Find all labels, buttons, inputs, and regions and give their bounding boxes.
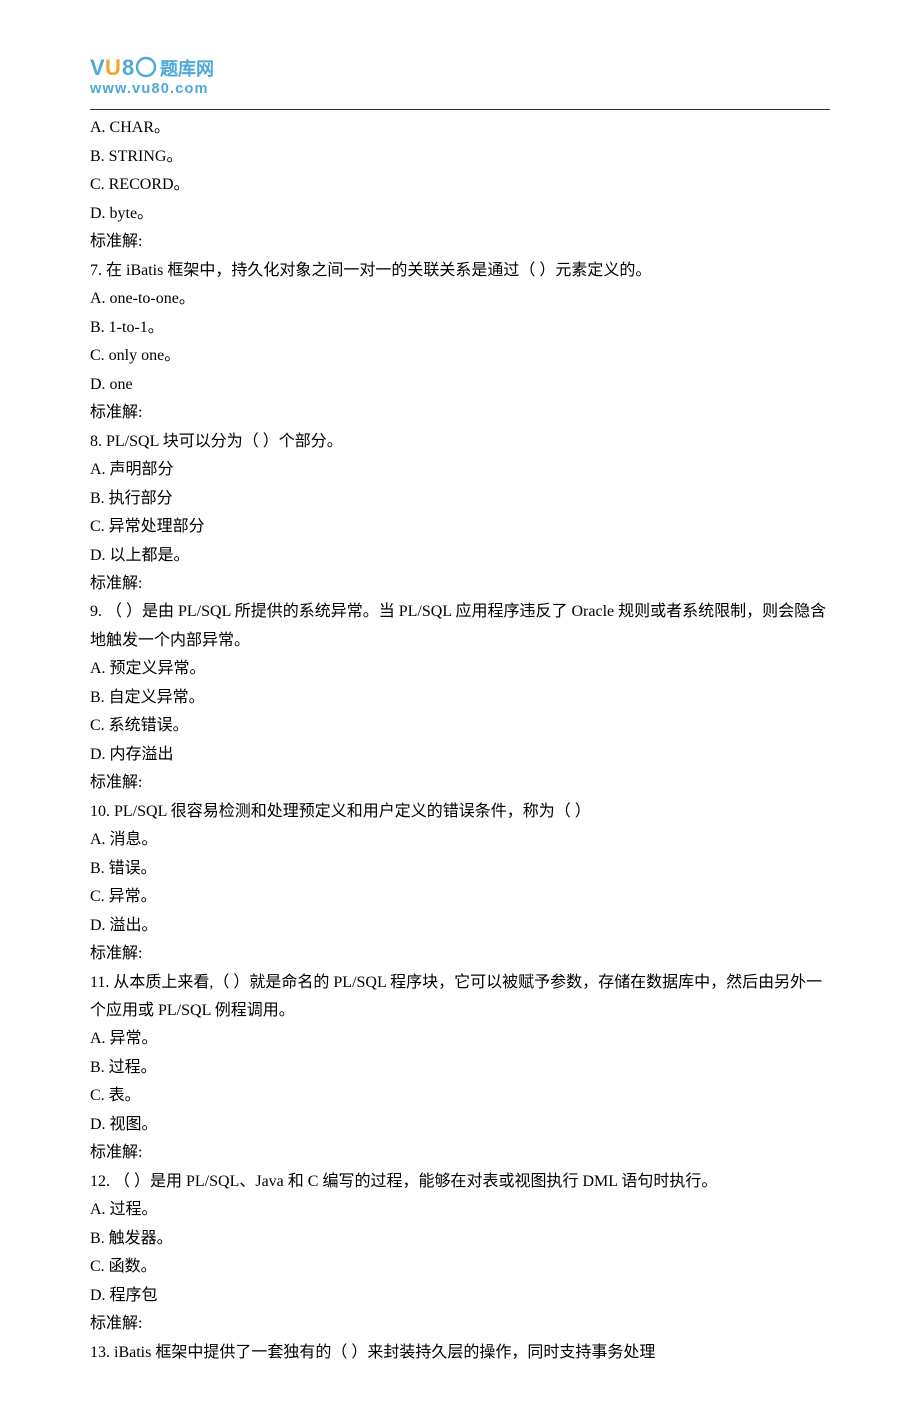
option-line: D. 程序包 — [90, 1282, 830, 1310]
option-line: D. one — [90, 371, 830, 399]
option-line: B. 自定义异常。 — [90, 684, 830, 712]
header-divider — [90, 109, 830, 110]
logo-svg: V U 8 题库网 www.vu80.com — [90, 55, 300, 97]
svg-text:www.vu80.com: www.vu80.com — [90, 81, 209, 97]
question-text: 12. （ ）是用 PL/SQL、Java 和 C 编写的过程，能够在对表或视图… — [90, 1168, 830, 1196]
option-line: A. CHAR。 — [90, 114, 830, 142]
question-text: 10. PL/SQL 很容易检测和处理预定义和用户定义的错误条件，称为（ ） — [90, 798, 830, 826]
option-line: C. 异常。 — [90, 883, 830, 911]
option-line: B. STRING。 — [90, 143, 830, 171]
option-line: C. 异常处理部分 — [90, 513, 830, 541]
option-line: D. 视图。 — [90, 1111, 830, 1139]
option-line: C. 表。 — [90, 1082, 830, 1110]
option-line: A. 声明部分 — [90, 456, 830, 484]
svg-text:V: V — [90, 55, 105, 80]
option-line: A. 过程。 — [90, 1196, 830, 1224]
option-line: A. 预定义异常。 — [90, 655, 830, 683]
answer-label: 标准解: — [90, 1310, 830, 1338]
svg-text:题库网: 题库网 — [160, 58, 214, 79]
option-line: C. RECORD。 — [90, 171, 830, 199]
question-text: 9. （ ）是由 PL/SQL 所提供的系统异常。当 PL/SQL 应用程序违反… — [90, 598, 830, 655]
answer-label: 标准解: — [90, 769, 830, 797]
option-line: C. 函数。 — [90, 1253, 830, 1281]
option-line: B. 1-to-1。 — [90, 314, 830, 342]
question-text: 11. 从本质上来看,（ ）就是命名的 PL/SQL 程序块，它可以被赋予参数，… — [90, 969, 830, 1026]
option-line: C. only one。 — [90, 342, 830, 370]
option-line: B. 执行部分 — [90, 485, 830, 513]
answer-label: 标准解: — [90, 570, 830, 598]
answer-label: 标准解: — [90, 228, 830, 256]
svg-text:U: U — [105, 55, 121, 80]
site-logo: V U 8 题库网 www.vu80.com — [90, 55, 830, 107]
option-line: B. 错误。 — [90, 855, 830, 883]
option-line: A. 消息。 — [90, 826, 830, 854]
question-text: 13. iBatis 框架中提供了一套独有的（ ）来封装持久层的操作，同时支持事… — [90, 1339, 830, 1367]
option-line: C. 系统错误。 — [90, 712, 830, 740]
question-text: 8. PL/SQL 块可以分为（ ）个部分。 — [90, 428, 830, 456]
option-line: D. 以上都是。 — [90, 542, 830, 570]
answer-label: 标准解: — [90, 1139, 830, 1167]
option-line: B. 触发器。 — [90, 1225, 830, 1253]
option-line: D. 溢出。 — [90, 912, 830, 940]
option-line: A. 异常。 — [90, 1025, 830, 1053]
document-body: A. CHAR。B. STRING。C. RECORD。D. byte。标准解:… — [90, 114, 830, 1367]
option-line: B. 过程。 — [90, 1054, 830, 1082]
svg-text:8: 8 — [122, 55, 134, 80]
option-line: A. one-to-one。 — [90, 285, 830, 313]
option-line: D. 内存溢出 — [90, 741, 830, 769]
answer-label: 标准解: — [90, 399, 830, 427]
answer-label: 标准解: — [90, 940, 830, 968]
option-line: D. byte。 — [90, 200, 830, 228]
question-text: 7. 在 iBatis 框架中，持久化对象之间一对一的关联关系是通过（ ）元素定… — [90, 257, 830, 285]
